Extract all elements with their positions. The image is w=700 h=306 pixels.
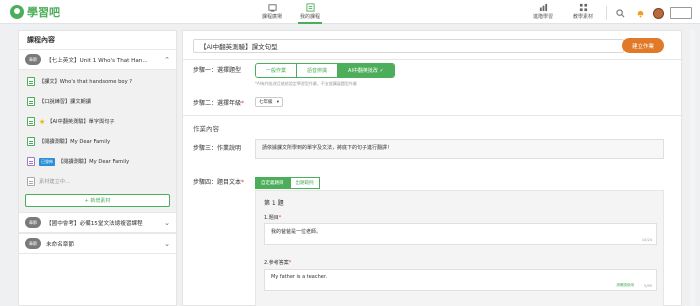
notification-bell-icon[interactable]: [633, 6, 647, 20]
required-mark: *: [288, 260, 292, 266]
step4-label-text: 步驟四：題目文本: [193, 179, 242, 186]
material-item[interactable]: 【閱讀測驗】My Dear Family: [27, 132, 170, 151]
chapter-title: 【國中會考】必備15堂文法總複習課程: [46, 220, 143, 227]
step1-label: 步驟一：選擇題型: [193, 67, 242, 74]
reference-answer-input[interactable]: My father is a teacher. 請確認使用 5/99: [264, 269, 657, 291]
course-square-icon: [267, 4, 277, 12]
material-label: 素材建立中...: [39, 179, 70, 185]
chapter-badge: 章節: [25, 217, 41, 228]
step2-label: 步驟二：選擇年級*: [193, 98, 244, 107]
tab-question-examples[interactable]: 出題範例: [289, 177, 320, 189]
chevron-down-icon: ▾: [276, 99, 279, 105]
material-label: 【閱讀測驗】My Dear Family: [58, 159, 130, 165]
material-item[interactable]: 【課文】Who's that handsome boy ?: [27, 72, 170, 91]
my-courses-icon: [305, 3, 315, 12]
nav-advanced-learning-label: 進階學習: [532, 14, 553, 20]
required-mark: *: [241, 100, 245, 107]
chapter-title: 未命名章節: [46, 241, 74, 248]
brand-name: 學習吧: [27, 6, 60, 19]
question-label-text: 1.題目: [264, 215, 279, 221]
question-type-group: 一般作業 語音辨識 AI中翻英批改 ✓: [255, 63, 395, 78]
assignment-editor: 建立作業 步驟一：選擇題型 一般作業 語音辨識 AI中翻英批改 ✓ *AI有作批…: [182, 30, 683, 306]
answer-char-counter: 5/99: [644, 284, 652, 288]
search-icon[interactable]: [613, 6, 627, 20]
document-icon: [27, 77, 35, 86]
question-char-counter: 10/24: [641, 238, 652, 242]
bar-chart-icon: [539, 3, 547, 12]
document-icon: [27, 137, 35, 146]
type-option-general[interactable]: 一般作業: [256, 64, 297, 77]
step1-hint: *AI有作批改且能依設定學習型作業，不支援擴展題型作業: [255, 81, 357, 86]
section-title: 作業內容: [193, 125, 219, 133]
logo-mark-icon: [10, 5, 24, 19]
document-icon: [27, 97, 35, 106]
type-option-ai-translate[interactable]: AI中翻英批改 ✓: [337, 64, 394, 77]
divider: [183, 59, 683, 60]
material-label: 【口說練習】課文朗讀: [39, 99, 91, 105]
brand-logo[interactable]: 學習吧: [10, 4, 60, 20]
nav-teaching-materials[interactable]: 教學素材: [566, 2, 600, 24]
nav-my-courses-label: 我的課程: [299, 14, 320, 20]
step2-label-text: 步驟二：選擇年級: [193, 100, 242, 107]
document-icon: [27, 117, 35, 126]
material-item[interactable]: 素材建立中...: [27, 172, 170, 191]
assignment-title-input[interactable]: [193, 39, 624, 53]
material-label: 【課文】Who's that handsome boy ?: [39, 79, 133, 85]
answer-label: 2.參考答案*: [264, 259, 291, 266]
chapter-row[interactable]: 章節 【七上英文】Unit 1 Who's That Han... ⌃: [19, 49, 176, 70]
avatar[interactable]: [653, 7, 664, 19]
nav-divider: [606, 6, 607, 20]
chapter-row[interactable]: 章節 未命名章節 ⌄: [19, 233, 176, 254]
question-input[interactable]: 我的爸爸是一位老師。 10/24: [264, 223, 657, 245]
tab-custom-questions[interactable]: 自定義題目: [255, 177, 290, 189]
chevron-down-icon[interactable]: ⌄: [164, 240, 170, 248]
chevron-down-icon[interactable]: ⌄: [164, 219, 170, 227]
nav-course-square[interactable]: 課程廣場: [258, 2, 286, 24]
type-option-speech[interactable]: 語音辨識: [296, 64, 338, 77]
grade-select[interactable]: 七年級 ▾: [255, 97, 283, 107]
question-source-tabs: 自定義題目 出題範例: [255, 177, 320, 189]
required-mark: *: [278, 215, 282, 221]
nav-course-square-label: 課程廣場: [261, 14, 282, 20]
answer-label-text: 2.參考答案: [264, 260, 289, 266]
page-scrollbar[interactable]: [690, 30, 695, 306]
document-icon: [27, 177, 35, 186]
add-material-button[interactable]: + 新增素材: [25, 194, 170, 207]
course-content-sidebar: 課程內容 章節 【七上英文】Unit 1 Who's That Han... ⌃…: [18, 30, 177, 306]
sidebar-heading: 課程內容: [27, 36, 55, 44]
star-icon: ★: [39, 117, 46, 126]
nav-teaching-materials-label: 教學素材: [572, 14, 593, 20]
material-label: 【閱讀測驗】My Dear Family: [39, 139, 111, 145]
required-mark: *: [241, 179, 245, 186]
chapter-badge: 章節: [25, 238, 41, 249]
top-nav-bar: 學習吧 課程廣場 我的課程 進階學習 教學素材: [0, 0, 700, 24]
material-item[interactable]: 【口說練習】課文朗讀: [27, 92, 170, 111]
question-number: 第 1 題: [264, 200, 284, 207]
question-label: 1.題目*: [264, 214, 281, 221]
grade-select-value: 七年級: [259, 100, 273, 105]
answer-check-link[interactable]: 請確認使用: [617, 283, 635, 288]
chapter-row[interactable]: 章節 【國中會考】必備15堂文法總複習課程 ⌄: [19, 212, 176, 233]
chapter-title: 【七上英文】Unit 1 Who's That Han...: [46, 57, 148, 64]
material-list: 【課文】Who's that handsome boy ? 【口說練習】課文朗讀…: [19, 70, 176, 212]
reference-answer-value: My father is a teacher.: [271, 274, 328, 280]
create-assignment-button[interactable]: 建立作業: [622, 38, 664, 53]
chapter-badge: 章節: [25, 54, 41, 65]
material-item[interactable]: ★ 【AI中翻英測驗】單字與句子: [27, 112, 170, 131]
step4-label: 步驟四：題目文本*: [193, 177, 244, 186]
question-input-value: 我的爸爸是一位老師。: [271, 229, 322, 235]
nav-my-courses[interactable]: 我的課程: [296, 2, 324, 24]
status-badge: 已發佈: [39, 157, 55, 166]
divider: [183, 115, 683, 116]
user-menu-box[interactable]: [670, 7, 692, 19]
materials-icon: [579, 3, 587, 12]
nav-advanced-learning[interactable]: 進階學習: [526, 2, 560, 24]
chevron-up-icon[interactable]: ⌃: [164, 56, 170, 64]
assignment-description-field[interactable]: 請依據課文所學到的單字及文法，將底下的句子進行翻譯！: [255, 139, 664, 159]
material-label: 【AI中翻英測驗】單字與句子: [47, 119, 115, 125]
step3-label: 步驟三：作業說明: [193, 145, 242, 152]
document-icon: [27, 157, 35, 166]
question-card: 第 1 題 1.題目* 我的爸爸是一位老師。 10/24 2.參考答案* My …: [255, 190, 664, 306]
material-item[interactable]: 已發佈 【閱讀測驗】My Dear Family: [27, 152, 170, 171]
